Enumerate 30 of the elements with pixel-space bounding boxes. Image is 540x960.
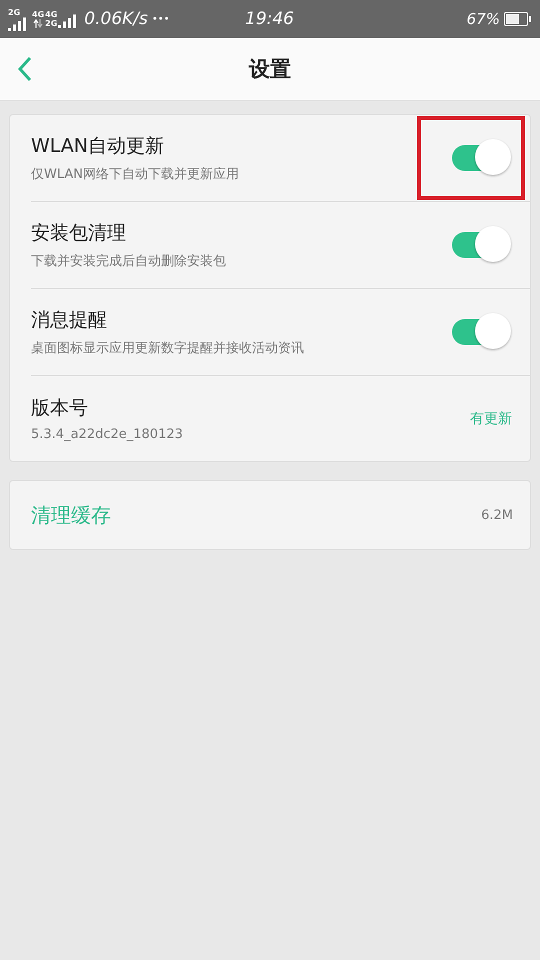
setting-title: WLAN自动更新 (31, 134, 166, 159)
battery-icon (504, 12, 528, 26)
network-label: 4G (32, 10, 44, 19)
setting-row[interactable]: 消息提醒 桌面图标显示应用更新数字提醒并接收活动资讯 (31, 289, 530, 376)
setting-title: 消息提醒 (31, 308, 108, 333)
setting-description: 桌面图标显示应用更新数字提醒并接收活动资讯 (31, 340, 304, 357)
signal-icon (58, 14, 78, 28)
data-arrows-icon (33, 19, 44, 28)
setting-title: 安装包清理 (31, 221, 127, 246)
setting-row[interactable]: 版本号 5.3.4_a22dc2e_180123 有更新 (31, 376, 530, 461)
more-indicator: ••• (152, 14, 170, 24)
network-speed: 0.06K/s (84, 9, 148, 29)
setting-row[interactable]: 安装包清理 下载并安装完成后自动删除安装包 (31, 202, 530, 289)
cache-size: 6.2M (481, 508, 513, 522)
setting-title: 版本号 (31, 396, 89, 421)
setting-description: 仅WLAN网络下自动下载并更新应用 (31, 166, 240, 183)
cache-row[interactable]: 清理缓存 6.2M (9, 480, 531, 550)
signal-icon (8, 16, 28, 30)
update-status: 有更新 (470, 410, 512, 428)
setting-description: 下载并安装完成后自动删除安装包 (31, 253, 226, 270)
clear-cache-label: 清理缓存 (31, 502, 111, 528)
network-label: 2G (45, 19, 58, 28)
setting-row[interactable]: WLAN自动更新 仅WLAN网络下自动下载并更新应用 (31, 115, 530, 202)
status-time: 19:46 (245, 9, 294, 29)
page-title: 设置 (249, 56, 291, 83)
battery-percent: 67% (466, 10, 500, 28)
network-label: 2G (8, 8, 20, 16)
back-button[interactable] (18, 56, 32, 82)
network-label: 4G (45, 10, 58, 19)
setting-description: 5.3.4_a22dc2e_180123 (31, 427, 183, 442)
